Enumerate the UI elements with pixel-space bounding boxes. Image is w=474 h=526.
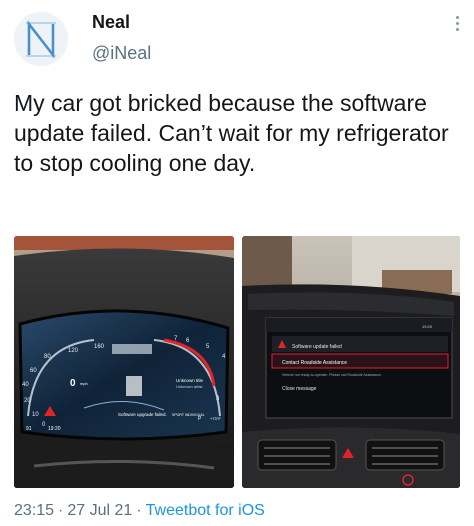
gauge-20-label: 20 (24, 398, 31, 404)
meta-separator: · (136, 502, 142, 519)
user-handle[interactable]: @iNeal (92, 43, 151, 64)
n-logo-avatar-icon (14, 12, 68, 66)
menu-item-roadside: Contact Roadside Assistance (282, 360, 347, 366)
gauge-40-label: 40 (22, 382, 29, 388)
avatar[interactable] (14, 12, 68, 66)
cluster-warning-text: Software upgrade failed. (118, 412, 167, 417)
mileage: 91 (26, 426, 32, 432)
instrument-cluster-image: 120 160 80 60 40 20 10 0 5 6 7 4 3 0 mph… (14, 236, 234, 488)
unknown-artist: Unknown artist (176, 384, 203, 389)
alert-title: Software update failed (292, 344, 342, 350)
outside-temperature: +73°F (210, 416, 221, 421)
gauge-80-label: 80 (44, 354, 51, 360)
media-grid: 120 160 80 60 40 20 10 0 5 6 7 4 3 0 mph… (14, 236, 460, 488)
meta-separator: · (58, 502, 64, 519)
speed-value: 0 (70, 378, 76, 389)
screen-clock: 19:20 (422, 324, 433, 329)
display-name[interactable]: Neal (92, 12, 130, 33)
photo-infotainment-screen[interactable]: Software update failed Contact Roadside … (242, 236, 460, 488)
speed-unit: mph (80, 381, 88, 386)
tweet-meta: 23:15 · 27 Jul 21 · Tweetbot for iOS (14, 502, 265, 520)
more-options-icon[interactable] (450, 14, 464, 36)
gauge-10-label: 10 (32, 412, 39, 418)
alert-detail: Vehicle not ready-to-operate. Please cal… (282, 373, 382, 377)
gauge-160-label: 160 (94, 344, 105, 350)
client-link[interactable]: Tweetbot for iOS (146, 502, 265, 519)
gauge-120-label: 120 (68, 348, 79, 354)
tweet-header: Neal @iNeal (0, 0, 474, 80)
cluster-time: 19:20 (48, 426, 61, 432)
photo-instrument-cluster[interactable]: 120 160 80 60 40 20 10 0 5 6 7 4 3 0 mph… (14, 236, 234, 488)
infotainment-screen-image: Software update failed Contact Roadside … (242, 236, 460, 488)
unknown-title: Unknown title (176, 378, 204, 383)
menu-item-close: Close message (282, 386, 317, 392)
tweet-date: 27 Jul 21 (67, 502, 133, 519)
tweet-time: 23:15 (14, 502, 55, 519)
tweet-text: My car got bricked because the software … (14, 90, 449, 176)
gauge-60-label: 60 (30, 368, 37, 374)
